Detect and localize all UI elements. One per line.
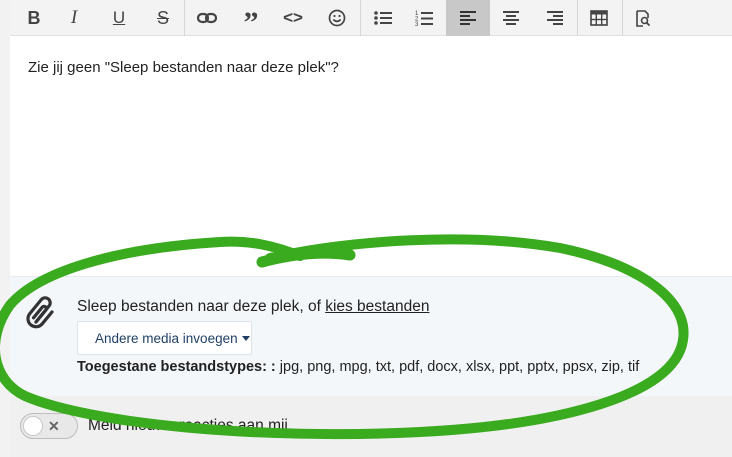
toolbar-separator <box>184 0 185 36</box>
choose-files-link[interactable]: kies bestanden <box>325 298 429 315</box>
table-button[interactable] <box>581 0 617 36</box>
quote-icon: ” <box>243 6 259 39</box>
allowed-types-value: jpg, png, mpg, txt, pdf, docx, xlsx, ppt… <box>275 359 640 375</box>
emoji-button[interactable] <box>319 0 355 36</box>
add-media-label: Andere media invoegen <box>95 330 238 346</box>
italic-icon: I <box>70 7 78 28</box>
notify-row: ✕ Meld nieuwe reacties aan mij <box>10 396 732 457</box>
svg-text:3: 3 <box>415 22 419 26</box>
editor-toolbar: B I U S ” <> 123 <box>10 0 732 39</box>
underline-icon: U <box>112 8 126 27</box>
drop-instructions: Sleep bestanden naar deze plek, of kies … <box>77 298 429 316</box>
align-center-icon <box>503 11 519 25</box>
underline-button[interactable]: U <box>101 0 137 36</box>
smiley-icon <box>328 9 346 27</box>
comment-editor: B I U S ” <> 123 Zie jij geen "Sleep bes… <box>10 0 732 457</box>
code-icon: <> <box>283 8 303 27</box>
bold-icon: B <box>27 7 41 28</box>
bold-button[interactable]: B <box>16 0 52 36</box>
toolbar-separator <box>360 0 361 36</box>
toolbar-separator <box>622 0 623 36</box>
paperclip-icon <box>26 296 54 329</box>
link-button[interactable] <box>189 0 225 36</box>
toggle-knob <box>23 416 43 436</box>
preview-icon <box>636 9 651 27</box>
numbered-list-icon: 123 <box>415 11 433 26</box>
drop-prefix-text: Sleep bestanden naar deze plek, of <box>77 298 326 315</box>
notify-label: Meld nieuwe reacties aan mij <box>88 417 288 434</box>
italic-button[interactable]: I <box>56 0 92 36</box>
add-media-button[interactable]: Andere media invoegen <box>77 321 252 355</box>
align-left-icon <box>460 11 476 25</box>
strikethrough-icon: S <box>156 7 169 28</box>
comment-text: Zie jij geen "Sleep bestanden naar deze … <box>28 59 339 76</box>
align-right-icon <box>547 11 563 25</box>
caret-down-icon <box>241 335 250 341</box>
toolbar-separator <box>577 0 578 36</box>
table-icon <box>590 10 608 26</box>
close-icon: ✕ <box>48 418 60 434</box>
align-right-button[interactable] <box>537 0 573 36</box>
align-center-button[interactable] <box>493 0 529 36</box>
allowed-types-label: Toegestane bestandstypes: : <box>77 359 276 375</box>
quote-button[interactable]: ” <box>233 0 269 39</box>
bulleted-list-icon <box>374 11 392 25</box>
notify-toggle[interactable]: ✕ <box>20 413 78 439</box>
bulleted-list-button[interactable] <box>365 0 401 36</box>
code-button[interactable]: <> <box>275 0 311 36</box>
preview-button[interactable] <box>625 0 661 36</box>
file-dropzone[interactable]: Sleep bestanden naar deze plek, of kies … <box>10 276 732 396</box>
strikethrough-button[interactable]: S <box>145 0 181 36</box>
numbered-list-button[interactable]: 123 <box>406 0 442 36</box>
link-icon <box>197 12 217 24</box>
align-left-button[interactable] <box>446 0 490 36</box>
comment-textarea[interactable]: Zie jij geen "Sleep bestanden naar deze … <box>10 36 732 276</box>
allowed-file-types: Toegestane bestandstypes: : jpg, png, mp… <box>77 359 639 375</box>
